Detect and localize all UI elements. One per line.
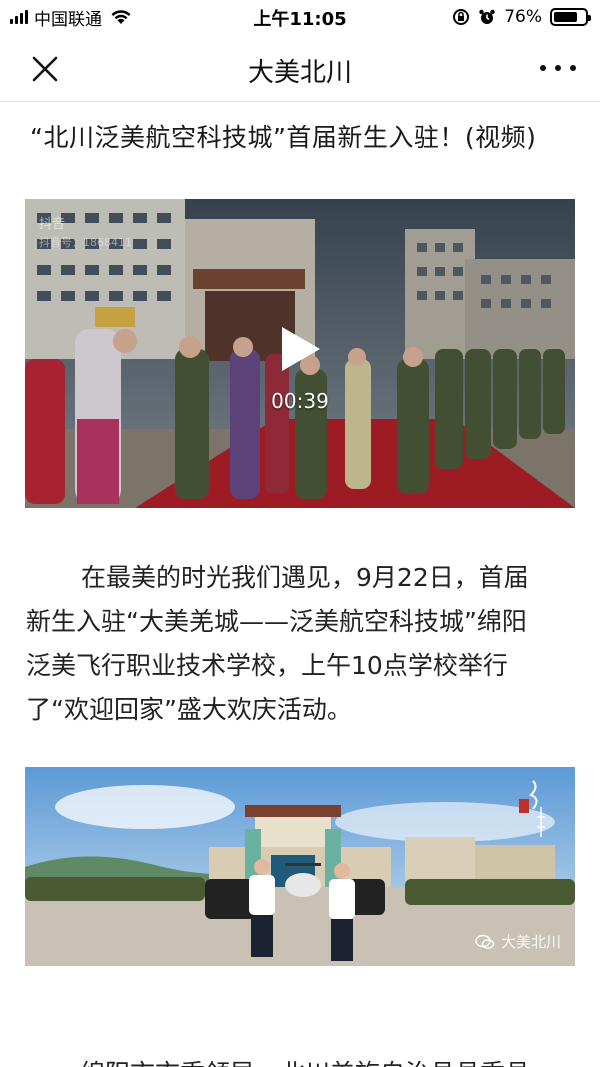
watermark-app: 抖音	[39, 217, 66, 232]
nav-bar: 大美北川	[0, 34, 600, 102]
play-icon[interactable]	[278, 325, 322, 373]
battery-icon	[550, 8, 591, 26]
battery-fill	[554, 12, 577, 22]
orientation-lock-icon	[453, 9, 470, 25]
more-dots-icon[interactable]	[540, 56, 576, 80]
watermark-id: 抖音号：1868411	[39, 236, 132, 249]
wechat-icon	[475, 934, 495, 949]
paragraph-line: 泛美飞行职业技术学校，上午10点学校举行	[26, 651, 508, 680]
paragraph-line: 了“欢迎回家”盛大欢庆活动。	[26, 695, 352, 724]
calligraphy-seal-logo	[519, 780, 545, 837]
paragraph-line: 在最美的时光我们遇见，9月22日，首届	[81, 563, 529, 592]
video-watermark: 抖音 抖音号：1868411	[39, 213, 132, 250]
video-duration: 00:39	[271, 389, 329, 413]
photo-watermark: 大美北川	[475, 931, 561, 952]
battery-percent: 76%	[504, 7, 542, 27]
video-player[interactable]: 抖音 抖音号：1868411 00:39	[25, 199, 575, 508]
paragraph-line: 新生入驻“大美羌城——泛美航空科技城”绵阳	[26, 607, 527, 636]
page-title: 大美北川	[247, 58, 352, 88]
alarm-icon	[479, 9, 495, 24]
article-title: “北川泛美航空科技城”首届新生入驻！(视频)	[30, 123, 537, 152]
status-right: 76%	[452, 6, 591, 28]
article-paragraph: 在最美的时光我们遇见，9月22日，首届 新生入驻“大美羌城——泛美航空科技城”绵…	[26, 556, 576, 732]
photo-watermark-text: 大美北川	[500, 933, 561, 951]
article-photo[interactable]: 大美北川	[25, 767, 575, 966]
paragraph-line-partial: 绵阳市市委领导，北川羌族自治县县委县	[80, 1054, 580, 1067]
status-bar: 中国联通 上午11:05 76%	[0, 0, 600, 34]
